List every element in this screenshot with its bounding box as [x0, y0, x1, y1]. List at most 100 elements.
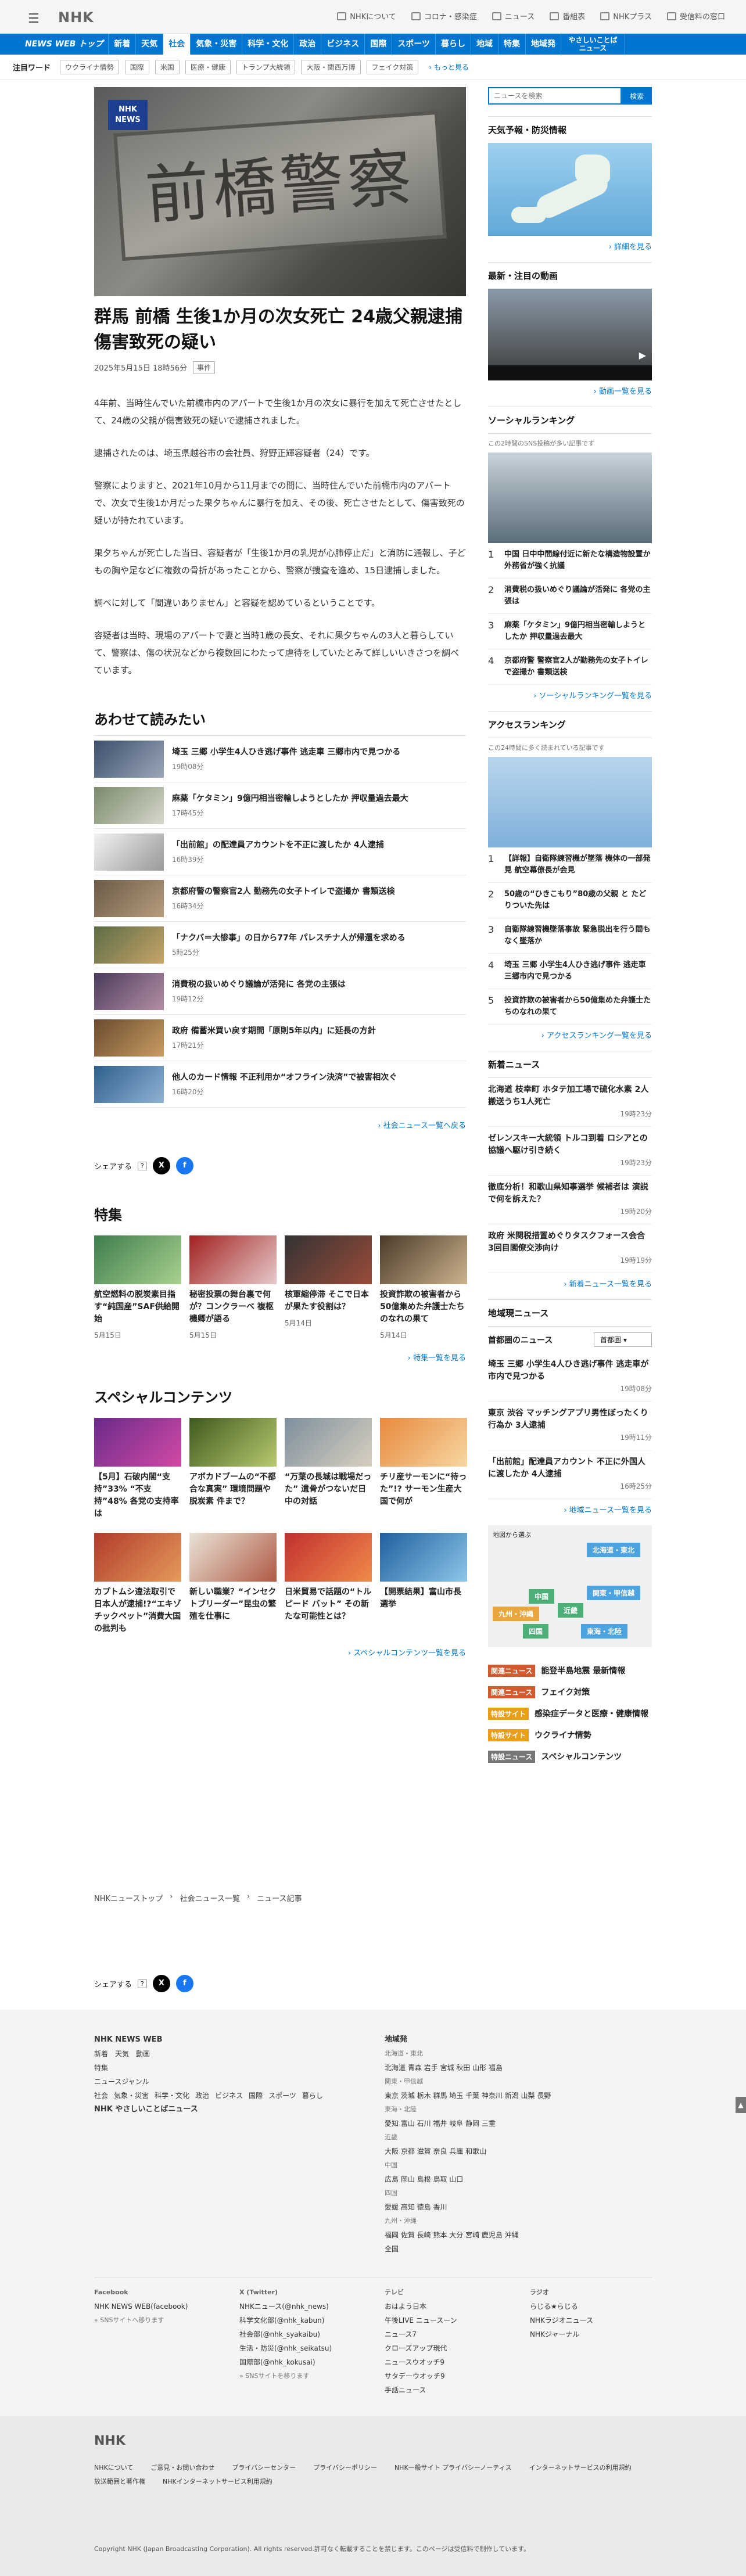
- footer-link[interactable]: 特集: [94, 2061, 327, 2075]
- footer-link[interactable]: NHKジャーナル: [530, 2327, 652, 2341]
- feature-card[interactable]: 投資詐欺の被害者から50億集めた弁護士たちのなれの果て 5月14日: [380, 1235, 467, 1340]
- page-top-button[interactable]: ▲: [736, 2097, 746, 2113]
- hot-tag[interactable]: フェイク対策: [366, 60, 419, 74]
- footer-link[interactable]: 暮らし: [302, 2089, 323, 2103]
- footer-link[interactable]: ニュースジャンル: [94, 2075, 327, 2089]
- top-link[interactable]: 番組表: [550, 10, 585, 21]
- hot-tag[interactable]: ウクライナ情勢: [60, 60, 119, 74]
- related-item[interactable]: 消費税の扱いめぐり議論が活発に 各党の主張は 19時12分: [94, 968, 466, 1015]
- nav-item-easy[interactable]: やさしいことば ニュース: [561, 34, 625, 55]
- nav-item[interactable]: 科学・文化: [242, 34, 295, 55]
- footer-link[interactable]: クローズアップ現代: [385, 2341, 512, 2355]
- hot-tag[interactable]: 大阪・関西万博: [301, 60, 361, 74]
- footer-link[interactable]: らじる★らじる: [530, 2300, 652, 2313]
- breadcrumb-item[interactable]: 社会ニュース一覧: [180, 1892, 240, 1903]
- hot-tag[interactable]: 米国: [155, 60, 180, 74]
- related-item[interactable]: 「ナクバ＝大惨事」の日から77年 パレスチナ人が帰還を求める 5時25分: [94, 922, 466, 968]
- footer-link[interactable]: NHKラジオニュース: [530, 2313, 652, 2327]
- related-item[interactable]: 京都府警の警察官2人 勤務先の女子トイレで盗撮か 書類送検 16時34分: [94, 875, 466, 922]
- local-item[interactable]: 東京 渋谷 マッチングアプリ男性ぼったくり行為か 3人逮捕 19時11分: [488, 1402, 652, 1450]
- related-item[interactable]: 他人のカード情報 不正利用か“オフライン決済”で被害相次ぐ 16時20分: [94, 1061, 466, 1108]
- access-rank-item[interactable]: 1 【詳報】自衛隊練習機が墜落 機体の一部発見 航空幕僚長が会見: [488, 847, 652, 883]
- newest-item[interactable]: ゼレンスキー大統領 トルコ到着 ロシアとの協議へ駆け引き続く 19時23分: [488, 1127, 652, 1176]
- side-tag-link[interactable]: 特設サイト 感染症データと医療・健康情報: [488, 1708, 652, 1720]
- nav-item[interactable]: 暮らし: [436, 34, 471, 55]
- feature-card[interactable]: 航空燃料の脱炭素目指す“純国産”SAF供給開始 5月15日: [94, 1235, 181, 1340]
- side-tag-link[interactable]: 特設サイト ウクライナ情勢: [488, 1729, 652, 1741]
- access-more-link[interactable]: › アクセスランキング一覧を見る: [488, 1029, 652, 1040]
- footer-link[interactable]: 社会: [94, 2089, 108, 2103]
- footer-link[interactable]: 気象・災害: [114, 2089, 149, 2103]
- footer-link[interactable]: ニュース7: [385, 2327, 512, 2341]
- nav-item[interactable]: スポーツ: [392, 34, 436, 55]
- newest-item[interactable]: 徹底分析！和歌山県知事選挙 候補者は 演説で何を訴えた？ 19時20分: [488, 1176, 652, 1224]
- nav-item[interactable]: 政治: [294, 34, 322, 55]
- footer-link[interactable]: 生活・防災(@nhk_seikatsu): [239, 2341, 367, 2355]
- share-info-icon[interactable]: ?: [138, 1161, 147, 1170]
- weather-map[interactable]: [488, 143, 652, 236]
- local-item[interactable]: 「出前館」配達員アカウント 不正に外国人に渡したか 4人逮捕 16時25分: [488, 1450, 652, 1499]
- access-rank-item[interactable]: 5 投資詐欺の被害者から50億集めた弁護士たちのなれの果て: [488, 989, 652, 1025]
- special-card[interactable]: 日米貿易で話題の“トルピード バット” その新たな可能性とは？: [285, 1533, 372, 1635]
- map-region[interactable]: 近畿: [558, 1603, 584, 1618]
- footer-link[interactable]: サタデーウオッチ9: [385, 2369, 512, 2383]
- x-share-icon[interactable]: X: [152, 1157, 170, 1174]
- region-select[interactable]: 首都圏 ▾: [594, 1332, 652, 1347]
- search-button[interactable]: 検索: [622, 87, 652, 105]
- nav-item[interactable]: 天気: [136, 34, 164, 55]
- special-card[interactable]: “万葉の長城は戦場だった” 遺骨がつないだ日中の対話: [285, 1418, 372, 1520]
- top-link[interactable]: NHKについて: [337, 10, 396, 21]
- footer-link[interactable]: NHKニュース(@nhk_news): [239, 2300, 367, 2313]
- breadcrumb-item[interactable]: NHKニューストップ: [94, 1892, 163, 1903]
- nhk-logo[interactable]: NHK: [58, 9, 94, 26]
- footer-link[interactable]: インターネットサービスの利用規約: [529, 2463, 632, 2472]
- facebook-share-icon[interactable]: f: [175, 1157, 193, 1174]
- menu-icon[interactable]: ☰: [28, 12, 40, 26]
- social-rank-item[interactable]: 1 中国 日中中間線付近に新たな構造物設置か 外務省が強く抗議: [488, 543, 652, 579]
- footer-link[interactable]: スポーツ: [268, 2089, 296, 2103]
- feature-card[interactable]: 秘密投票の舞台裏で何が？コンクラーベ 複枢機卿が語る 5月15日: [189, 1235, 277, 1340]
- footer-link[interactable]: 広島 岡山 島根 鳥取 山口: [385, 2172, 652, 2186]
- share-info-icon[interactable]: ?: [138, 1979, 147, 1988]
- access-rank-item[interactable]: 4 埼玉 三郷 小学生4人ひき逃げ事件 逃走車 三郷市内で見つかる: [488, 954, 652, 989]
- footer-link[interactable]: ニュースウオッチ9: [385, 2355, 512, 2369]
- nav-item[interactable]: 気象・災害: [191, 34, 243, 55]
- footer-link[interactable]: 福岡 佐賀 長崎 熊本 大分 宮崎 鹿児島 沖縄: [385, 2228, 652, 2242]
- footer-link[interactable]: 午後LIVE ニュースーン: [385, 2313, 512, 2327]
- related-item[interactable]: 埼玉 三郷 小学生4人ひき逃げ事件 逃走車 三郷市内で見つかる 19時08分: [94, 736, 466, 782]
- footer-link[interactable]: NHK NEWS WEB(facebook): [94, 2300, 222, 2313]
- nav-item[interactable]: 地域発: [526, 34, 561, 55]
- footer-logo[interactable]: NHK: [94, 2434, 125, 2448]
- feature-card[interactable]: 核軍縮停滞 そこで日本が果たす役割は？ 5月14日: [285, 1235, 372, 1340]
- footer-link[interactable]: NHKインターネットサービス利用規約: [163, 2477, 272, 2486]
- hot-tag[interactable]: 国際: [124, 60, 149, 74]
- footer-link[interactable]: 科学・文化: [155, 2089, 189, 2103]
- map-region[interactable]: 中国: [529, 1589, 555, 1604]
- side-tag-link[interactable]: 特設ニュース スペシャルコンテンツ: [488, 1751, 652, 1763]
- footer-link[interactable]: 国際: [249, 2089, 263, 2103]
- footer-link[interactable]: 科学文化部(@nhk_kabun): [239, 2313, 367, 2327]
- map-region[interactable]: 四国: [523, 1624, 549, 1639]
- special-card[interactable]: アボカドブームの“不都合な真実” 環境問題や脱炭素 件まで？: [189, 1418, 277, 1520]
- search-input[interactable]: [488, 87, 622, 105]
- side-tag-link[interactable]: 関連ニュース フェイク対策: [488, 1686, 652, 1698]
- related-item[interactable]: 麻薬「ケタミン」9億円相当密輸しようとしたか 押収量過去最大 17時45分: [94, 782, 466, 829]
- video-thumb[interactable]: ▶: [488, 289, 652, 380]
- social-rank-item[interactable]: 2 消費税の扱いめぐり議論が活発に 各党の主張は: [488, 579, 652, 614]
- hot-tag[interactable]: トランプ大統領: [236, 60, 296, 74]
- local-item[interactable]: 埼玉 三郷 小学生4人ひき逃げ事件 逃走車が市内で見つかる 19時08分: [488, 1353, 652, 1402]
- article-category[interactable]: 事件: [193, 361, 216, 373]
- hot-more-link[interactable]: › もっと見る: [429, 62, 469, 72]
- related-item[interactable]: 政府 備蓄米買い戻す期間「原則5年以内」に延長の方針 17時21分: [94, 1015, 466, 1061]
- footer-link[interactable]: 大阪 京都 滋賀 奈良 兵庫 和歌山: [385, 2144, 652, 2158]
- footer-link[interactable]: プライバシーセンター: [232, 2463, 296, 2472]
- footer-link[interactable]: 愛媛 高知 徳島 香川: [385, 2200, 652, 2214]
- top-link[interactable]: 受信料の窓口: [666, 10, 725, 21]
- footer-link[interactable]: 愛知 富山 石川 福井 岐阜 静岡 三重: [385, 2117, 652, 2131]
- nav-item-top[interactable]: NEWS WEB トップ: [20, 34, 109, 55]
- footer-link[interactable]: 東京 茨城 栃木 群馬 埼玉 千葉 神奈川 新潟 山梨 長野: [385, 2089, 652, 2103]
- newest-more-link[interactable]: › 新着ニュース一覧を見る: [488, 1278, 652, 1289]
- facebook-share-icon[interactable]: f: [175, 1975, 193, 1992]
- top-link[interactable]: NHKプラス: [600, 10, 652, 21]
- top-link[interactable]: ニュース: [492, 10, 535, 21]
